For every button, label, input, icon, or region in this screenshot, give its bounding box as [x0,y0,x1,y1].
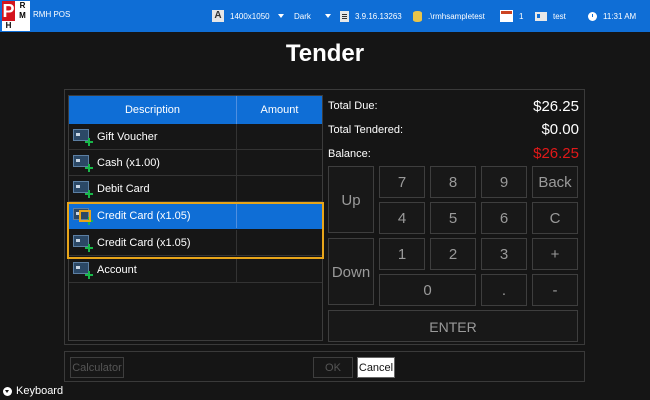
register-label: 1 [519,11,524,21]
top-bar: P R M H RMH POS A 1400x1050 Dark 3.9.16.… [0,0,650,32]
balance-label: Balance: [328,148,371,160]
tender-type-label: Debit Card [97,182,150,195]
chevron-down-icon [277,14,284,18]
tender-type-label: Gift Voucher [97,130,158,143]
clear-key[interactable]: C [532,202,578,234]
user-icon [535,11,547,21]
user-indicator: test [535,9,566,23]
key-3[interactable]: 3 [481,238,527,270]
key-0[interactable]: 0 [379,274,476,306]
keyboard-label: Keyboard [16,385,64,397]
description-cell[interactable]: Cash (x1.00) [69,150,237,175]
up-key[interactable]: Up [328,166,374,233]
plus-key[interactable]: + [532,238,578,270]
resolution-label: 1400x1050 [230,11,270,21]
database-indicator: .\rmhsampletest [413,9,485,23]
table-row-selected[interactable]: Credit Card (x1.05) [69,203,322,229]
clock-indicator: 11:31 AM [588,9,636,23]
enter-key[interactable]: ENTER [328,310,578,342]
card-add-icon [73,179,93,198]
theme-label: Dark [294,11,311,21]
table-header: Description Amount [69,96,322,124]
description-cell[interactable]: Gift Voucher [69,124,237,149]
amount-cell[interactable] [237,257,322,282]
balance-value: $26.25 [533,145,579,162]
table-row[interactable]: Cash (x1.00) [69,150,322,176]
total-tendered-label: Total Tendered: [328,124,404,136]
database-icon [413,10,422,22]
minus-key[interactable]: - [532,274,578,306]
database-label: .\rmhsampletest [428,11,485,21]
amount-cell[interactable] [237,203,322,228]
key-9[interactable]: 9 [481,166,527,198]
total-due-label: Total Due: [328,100,378,112]
logo-letter-p: P [2,1,15,21]
total-due-value: $26.25 [533,98,579,115]
tender-type-label: Account [97,263,137,276]
decimal-key[interactable]: . [481,274,527,306]
cancel-button[interactable]: Cancel [357,357,395,378]
table-row[interactable]: Account [69,257,322,283]
key-5[interactable]: 5 [430,202,476,234]
table-row[interactable]: Gift Voucher [69,124,322,150]
description-cell[interactable]: Credit Card (x1.05) [69,230,237,255]
card-add-icon [73,233,93,252]
amount-cell[interactable] [237,124,322,149]
logo-letter-m: M [19,11,26,20]
tender-type-table: Description Amount Gift Voucher Cash (x1… [68,95,323,341]
app-title: RMH POS [33,10,71,19]
description-cell[interactable]: Account [69,257,237,282]
page-title: Tender [285,40,365,67]
description-cell[interactable]: Credit Card (x1.05) [69,203,237,228]
version-icon [340,10,349,22]
theme-selector[interactable]: Dark [294,9,331,23]
calculator-button[interactable]: Calculator [70,357,124,378]
logo-letter-r: R [19,1,26,10]
time-label: 11:31 AM [603,11,637,21]
resolution-indicator[interactable]: A 1400x1050 [212,9,284,23]
amount-cell[interactable] [237,230,322,255]
key-2[interactable]: 2 [430,238,476,270]
card-add-icon [73,127,93,146]
clock-icon [588,11,597,21]
user-label: test [553,11,566,21]
tender-type-label: Credit Card (x1.05) [97,209,191,222]
table-row[interactable]: Debit Card [69,176,322,202]
tender-type-label: Cash (x1.00) [97,156,160,169]
amount-column-header[interactable]: Amount [237,96,322,124]
chevron-down-icon [324,14,331,18]
down-key[interactable]: Down [328,238,374,305]
chevron-down-circle-icon [3,386,12,396]
key-1[interactable]: 1 [379,238,425,270]
total-tendered-value: $0.00 [541,121,579,138]
version-indicator: 3.9.16.13263 [340,9,402,23]
card-add-icon [73,153,93,172]
tender-type-label: Credit Card (x1.05) [97,236,191,249]
key-7[interactable]: 7 [379,166,425,198]
ok-button[interactable]: OK [313,357,353,378]
description-cell[interactable]: Debit Card [69,176,237,201]
keyboard-toggle[interactable]: Keyboard [3,385,63,397]
resolution-icon: A [212,10,224,22]
rmh-logo: P R M H [2,1,30,31]
card-add-icon [73,260,93,279]
key-4[interactable]: 4 [379,202,425,234]
version-label: 3.9.16.13263 [355,11,402,21]
description-column-header[interactable]: Description [69,96,237,124]
key-6[interactable]: 6 [481,202,527,234]
back-key[interactable]: Back [532,166,578,198]
table-row[interactable]: Credit Card (x1.05) [69,230,322,256]
register-icon [500,10,513,22]
amount-cell[interactable] [237,176,322,201]
key-8[interactable]: 8 [430,166,476,198]
card-add-icon [73,206,93,225]
register-indicator: 1 [500,9,523,23]
logo-letter-h: H [5,21,12,30]
amount-cell[interactable] [237,150,322,175]
